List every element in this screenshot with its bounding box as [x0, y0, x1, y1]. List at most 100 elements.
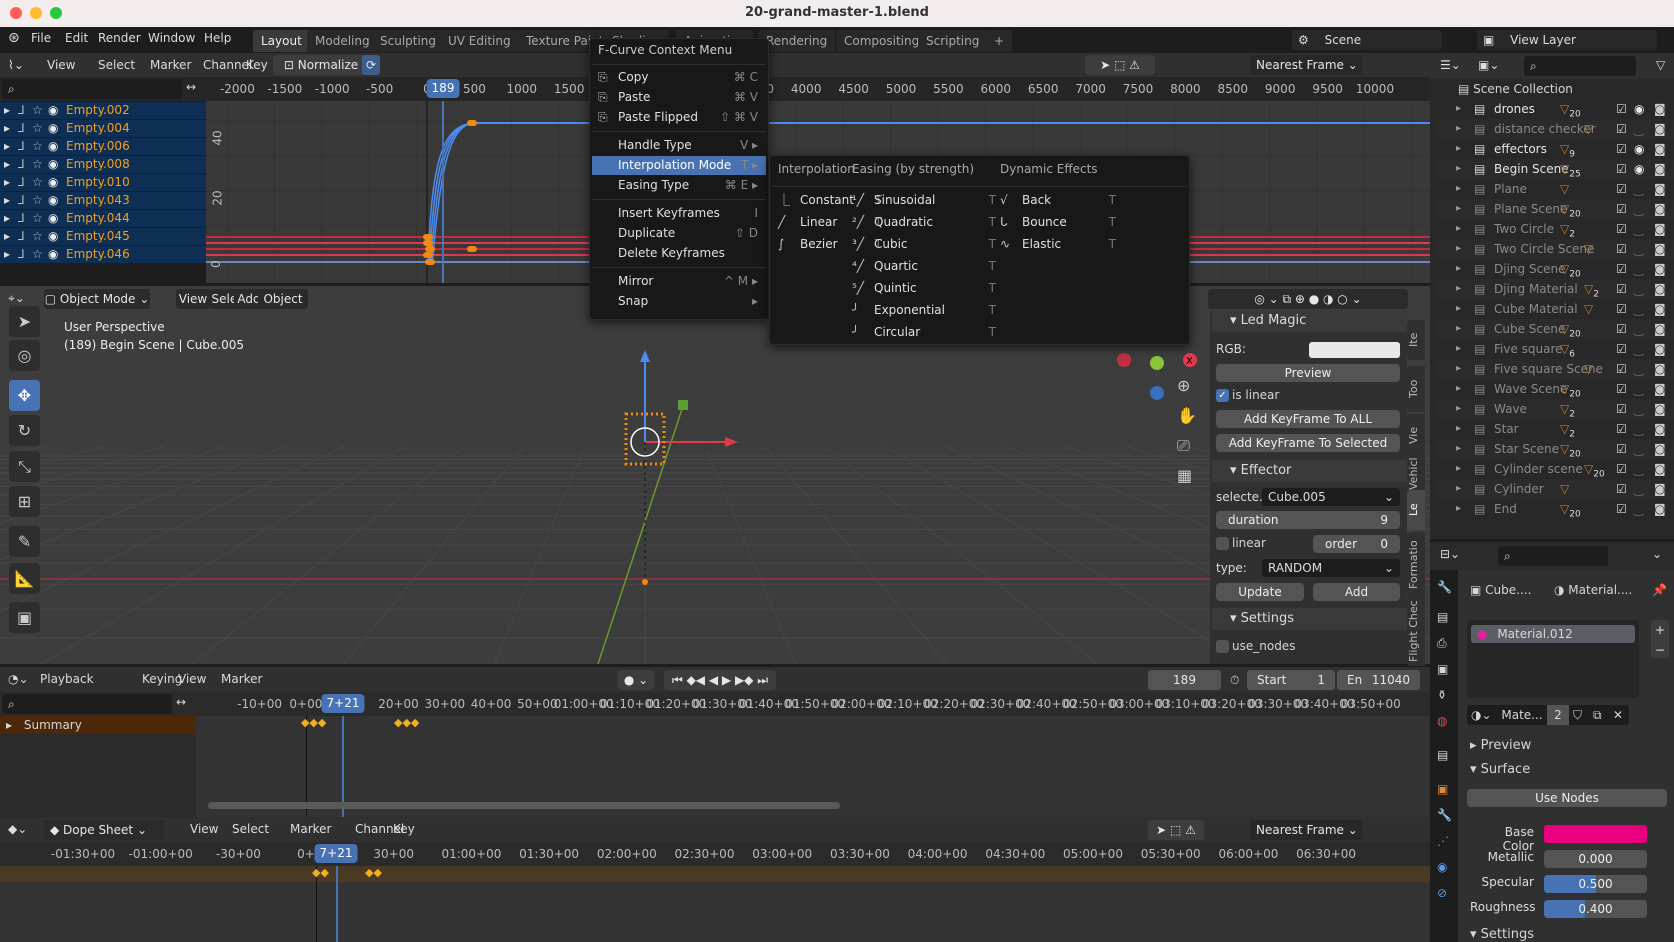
- channel-row[interactable]: ▸ ⅃ ☆ ◉ Empty.002: [0, 102, 206, 119]
- exclude-checkbox[interactable]: ☑: [1616, 119, 1627, 139]
- exclude-checkbox[interactable]: ☑: [1616, 359, 1627, 379]
- scene-tab-icon[interactable]: ⚱: [1437, 688, 1447, 702]
- visibility-eye-icon[interactable]: ‿: [1634, 359, 1644, 379]
- add-button[interactable]: Add: [1313, 583, 1400, 601]
- physics-tab-icon[interactable]: ◉: [1437, 860, 1447, 874]
- outliner-item[interactable]: ▸ ▤ Begin Scene ▽25 ☑ ◉ ◙: [1436, 159, 1674, 179]
- timeline-menu-playback[interactable]: Playback: [40, 672, 94, 686]
- summary-keyframes[interactable]: ◆◆◆: [394, 716, 419, 729]
- horizontal-scrollbar[interactable]: [208, 802, 840, 809]
- outliner-item[interactable]: ▸ ▤ distance checker ▽ ☑ ‿ ◙: [1436, 119, 1674, 139]
- stopwatch-icon[interactable]: ⏱: [1230, 673, 1239, 688]
- exclude-checkbox[interactable]: ☑: [1616, 239, 1627, 259]
- dopesheet-menu-view[interactable]: View: [190, 822, 218, 836]
- graph-menu-marker[interactable]: Marker: [150, 58, 191, 72]
- tab-uv-editing[interactable]: UV Editing: [440, 30, 519, 52]
- channel-row[interactable]: ▸ ⅃ ☆ ◉ Empty.008: [0, 156, 206, 173]
- outliner-item[interactable]: ▸ ▤ Djing Material ▽2 ☑ ‿ ◙: [1436, 279, 1674, 299]
- visibility-eye-icon[interactable]: ‿: [1634, 499, 1644, 519]
- zoom-window-button[interactable]: [50, 7, 62, 19]
- exclude-checkbox[interactable]: ☑: [1616, 479, 1627, 499]
- outliner-item[interactable]: ▸ ▤ Wave Scene ▽20 ☑ ‿ ◙: [1436, 379, 1674, 399]
- outliner-item[interactable]: ▸ ▤ Star Scene ▽20 ☑ ‿ ◙: [1436, 439, 1674, 459]
- expand-icon[interactable]: ▸: [1456, 319, 1461, 339]
- visibility-eye-icon[interactable]: ‿: [1634, 179, 1644, 199]
- visibility-eye-icon[interactable]: ‿: [1634, 419, 1644, 439]
- expand-icon[interactable]: ▸: [1456, 399, 1461, 419]
- exclude-checkbox[interactable]: ☑: [1616, 139, 1627, 159]
- pin-icon[interactable]: ☆: [32, 192, 43, 209]
- expand-icon[interactable]: ▸: [1456, 339, 1461, 359]
- outliner-item[interactable]: ▸ ▤ Cylinder scene ▽20 ☑ ‿ ◙: [1436, 459, 1674, 479]
- menu-help[interactable]: Help: [204, 31, 231, 45]
- exclude-checkbox[interactable]: ☑: [1616, 219, 1627, 239]
- visibility-eye-icon[interactable]: ‿: [1634, 339, 1644, 359]
- visibility-eye-icon[interactable]: ‿: [1634, 459, 1644, 479]
- dopesheet-ruler[interactable]: -01:30+00 -01:00+00 -30+00 0+ 30+00 01:00+00 0…: [0, 842, 1430, 866]
- channel-row[interactable]: ▸ ⅃ ☆ ◉ Empty.004: [0, 120, 206, 137]
- expand-icon[interactable]: ▸: [1456, 359, 1461, 379]
- expand-icon[interactable]: ▸: [1456, 379, 1461, 399]
- world-tab-icon[interactable]: ◍: [1437, 714, 1447, 728]
- visibility-eye-icon[interactable]: ‿: [1634, 479, 1644, 499]
- editor-type-graph-icon[interactable]: ⌇⌄: [8, 58, 24, 72]
- metallic-slider[interactable]: 0.000: [1544, 850, 1647, 868]
- view-layer-tab-icon[interactable]: ▣: [1437, 662, 1448, 676]
- render-tab-icon[interactable]: ▤: [1437, 610, 1448, 624]
- viewport-menu-object[interactable]: Object: [258, 289, 308, 309]
- particles-tab-icon[interactable]: ⋰: [1437, 834, 1449, 848]
- add-remove-slot-buttons[interactable]: + −: [1651, 620, 1669, 658]
- editor-type-dopesheet-icon[interactable]: ◆⌄: [8, 822, 27, 836]
- render-camera-icon[interactable]: ◙: [1654, 439, 1666, 459]
- visibility-eye-icon[interactable]: ◉: [1634, 159, 1644, 179]
- exclude-checkbox[interactable]: ☑: [1616, 379, 1627, 399]
- dopesheet-mode-dropdown[interactable]: ◆ Dope Sheet ⌄: [44, 820, 164, 840]
- outliner-item[interactable]: ▸ ▤ Five square ▽6 ☑ ‿ ◙: [1436, 339, 1674, 359]
- render-camera-icon[interactable]: ◙: [1654, 199, 1666, 219]
- move-tool-icon[interactable]: ✥: [9, 380, 40, 411]
- view-layer-selector[interactable]: ▣ View Layer: [1477, 30, 1657, 50]
- render-camera-icon[interactable]: ◙: [1654, 399, 1666, 419]
- led-magic-panel-header[interactable]: ▾ Led Magic: [1212, 310, 1407, 332]
- render-camera-icon[interactable]: ◙: [1654, 179, 1666, 199]
- summary-keyframes[interactable]: ◆◆◆: [301, 716, 326, 729]
- outliner-item[interactable]: ▸ ▤ Two Circle Scene ▽ ☑ ‿ ◙: [1436, 239, 1674, 259]
- summary-keyframes[interactable]: ◆◆: [365, 866, 382, 879]
- interpolation-option-circular[interactable]: ╯ Circular T: [848, 322, 998, 342]
- channel-row[interactable]: ▸ ⅃ ☆ ◉ Empty.046: [0, 246, 206, 263]
- expand-icon[interactable]: ▸: [4, 156, 10, 173]
- eye-icon[interactable]: ◉: [48, 102, 58, 119]
- expand-icon[interactable]: ▸: [4, 228, 10, 245]
- render-camera-icon[interactable]: ◙: [1654, 239, 1666, 259]
- pin-icon[interactable]: ☆: [32, 138, 43, 155]
- tab-modeling[interactable]: Modeling: [307, 30, 378, 52]
- update-button[interactable]: Update: [1216, 583, 1304, 601]
- shading-buttons[interactable]: ◎ ⌄ ⧉ ⊕ ● ◑ ○ ⌄: [1208, 289, 1408, 309]
- scene-collection-row[interactable]: ▤ Scene Collection: [1458, 82, 1573, 96]
- dopesheet-area[interactable]: ◆◆ ◆◆: [0, 866, 1430, 942]
- swap-icon[interactable]: ↔: [186, 80, 196, 94]
- render-camera-icon[interactable]: ◙: [1654, 499, 1666, 519]
- menu-item-snap[interactable]: Snap ▸: [592, 292, 766, 311]
- outliner-item[interactable]: ▸ ▤ Wave ▽2 ☑ ‿ ◙: [1436, 399, 1674, 419]
- visibility-eye-icon[interactable]: ‿: [1634, 199, 1644, 219]
- add-workspace-button[interactable]: +: [986, 30, 1013, 52]
- visibility-eye-icon[interactable]: ‿: [1634, 299, 1644, 319]
- transform-tool-icon[interactable]: ⊞: [9, 486, 40, 517]
- tab-sculpting[interactable]: Sculpting: [372, 30, 445, 52]
- channel-row[interactable]: ▸ ⅃ ☆ ◉ Empty.044: [0, 210, 206, 227]
- preview-button[interactable]: Preview: [1216, 364, 1400, 382]
- outliner-item[interactable]: ▸ ▤ End ▽20 ☑ ‿ ◙: [1436, 499, 1674, 519]
- tool-tab-icon[interactable]: 🔧: [1437, 580, 1452, 594]
- eye-icon[interactable]: ◉: [48, 156, 58, 173]
- visibility-eye-icon[interactable]: ‿: [1634, 279, 1644, 299]
- expand-icon[interactable]: ▸: [4, 210, 10, 227]
- add-keyframe-selected-button[interactable]: Add KeyFrame To Selected: [1216, 434, 1400, 452]
- exclude-checkbox[interactable]: ☑: [1616, 439, 1627, 459]
- menu-item-copy[interactable]: ⎘ Copy ⌘ C: [592, 68, 766, 87]
- exclude-checkbox[interactable]: ☑: [1616, 419, 1627, 439]
- expand-icon[interactable]: ▸: [4, 174, 10, 191]
- render-camera-icon[interactable]: ◙: [1654, 479, 1666, 499]
- expand-icon[interactable]: ▸: [4, 192, 10, 209]
- properties-search-input[interactable]: ⌕: [1498, 546, 1608, 566]
